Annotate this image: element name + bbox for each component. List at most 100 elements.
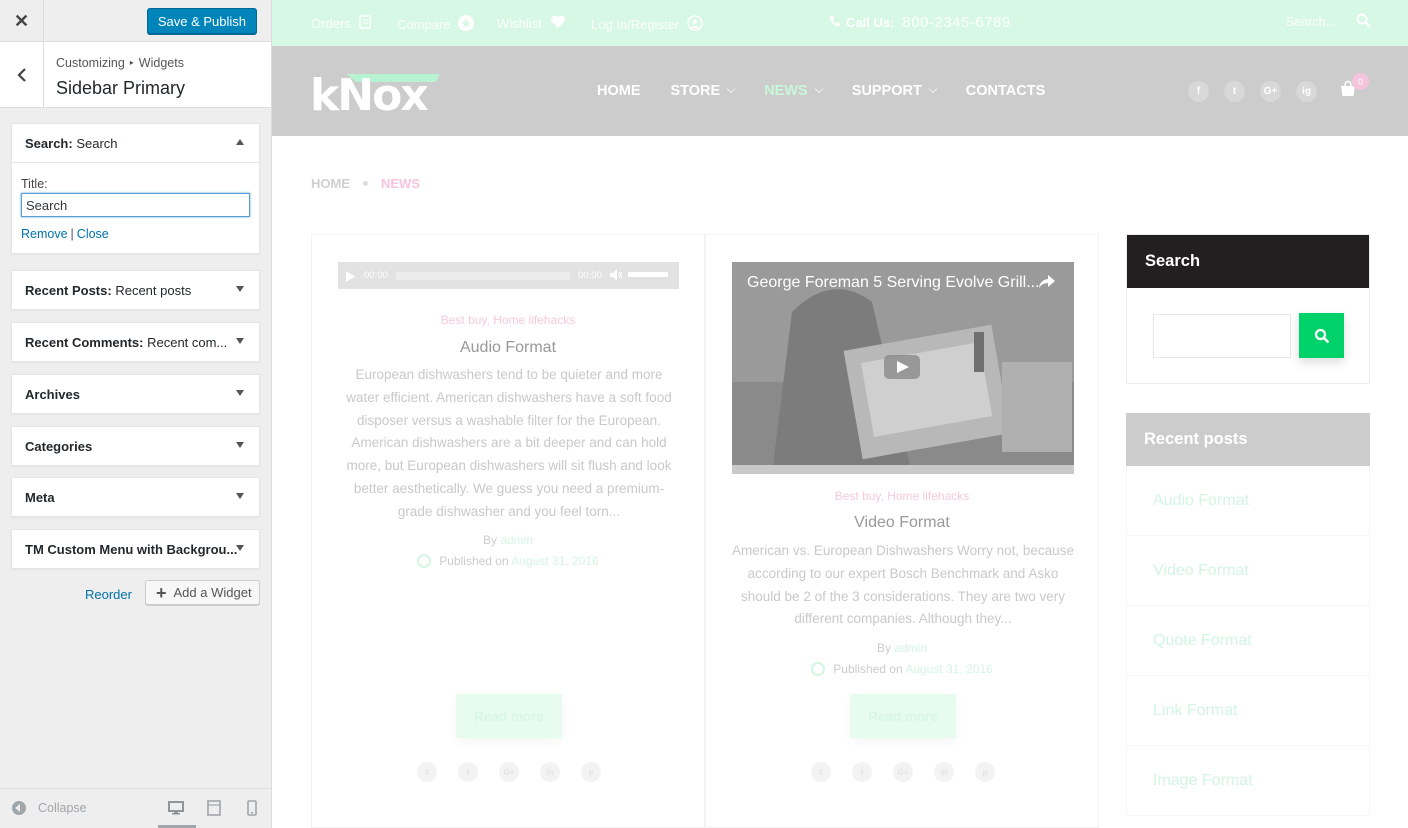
post-title[interactable]: Audio Format [312, 339, 704, 357]
widget-categories[interactable]: Categories [11, 426, 260, 466]
widget-actions: Remove | Close [21, 227, 250, 241]
widget-type: Recent Comments: [25, 334, 144, 350]
search-icon[interactable] [1356, 13, 1371, 31]
audio-progress-track[interactable] [396, 272, 570, 280]
post-author[interactable]: admin [500, 533, 533, 547]
twitter-share-icon[interactable]: t [458, 762, 478, 782]
recent-post-link[interactable]: Quote Format [1126, 606, 1370, 676]
post-title[interactable]: Video Format [706, 514, 1098, 532]
published-label: Published on [439, 554, 509, 568]
facebook-share-icon[interactable]: f [417, 762, 437, 782]
twitter-icon[interactable]: t [1224, 81, 1245, 102]
expand-arrow-icon[interactable] [236, 286, 244, 292]
recent-post-link[interactable]: Link Format [1126, 676, 1370, 746]
pinterest-share-icon[interactable]: p [581, 762, 601, 782]
close-link[interactable]: Close [77, 227, 109, 241]
pinterest-share-icon[interactable]: p [975, 762, 995, 782]
expand-arrow-icon[interactable] [236, 442, 244, 448]
widget-title-input[interactable] [21, 193, 250, 217]
post-categories[interactable]: Best buy, Home lifehacks [706, 489, 1098, 503]
orders-link[interactable]: Orders [311, 16, 351, 31]
save-publish-button[interactable]: Save & Publish [146, 8, 257, 34]
nav-home[interactable]: HOME [597, 83, 641, 99]
widget-type: Categories [25, 438, 93, 454]
add-widget-button[interactable]: + Add a Widget [145, 580, 260, 605]
video-progress-bar[interactable] [732, 465, 1074, 474]
reorder-link[interactable]: Reorder [85, 587, 132, 602]
topbar-search-input[interactable]: Search... [1286, 15, 1336, 29]
video-embed[interactable]: George Foreman 5 Serving Evolve Grill... [732, 262, 1074, 474]
linkedin-share-icon[interactable]: in [540, 762, 560, 782]
widget-tm-custom-menu[interactable]: TM Custom Menu with Backgrou... [11, 529, 260, 569]
clock-icon [417, 554, 432, 568]
breadcrumb-separator-icon: ▸ [129, 58, 134, 67]
facebook-share-icon[interactable]: f [811, 762, 831, 782]
linkedin-share-icon[interactable]: in [934, 762, 954, 782]
volume-slider[interactable] [628, 272, 668, 277]
post-card-video: George Foreman 5 Serving Evolve Grill...… [705, 234, 1099, 828]
instagram-icon[interactable]: ig [1296, 81, 1317, 102]
expand-arrow-icon[interactable] [236, 338, 244, 344]
breadcrumb-home[interactable]: HOME [311, 176, 350, 191]
nav-support[interactable]: SUPPORT [852, 83, 938, 99]
phone-number[interactable]: 800-2345-6789 [902, 14, 1010, 31]
post-date[interactable]: August 31, 2016 [905, 662, 992, 676]
close-icon[interactable]: ✕ [0, 0, 44, 42]
post-date[interactable]: August 31, 2016 [511, 554, 598, 568]
nav-store[interactable]: STORE [671, 83, 736, 99]
heart-icon [550, 15, 566, 32]
topbar-login[interactable]: Log In/Register [591, 15, 703, 34]
desktop-preview-icon[interactable] [167, 799, 185, 817]
widget-recent-posts[interactable]: Recent Posts: Recent posts [11, 270, 260, 310]
read-more-button[interactable]: Read more [456, 694, 562, 738]
expand-arrow-icon[interactable] [236, 545, 244, 551]
widget-meta[interactable]: Meta [11, 477, 260, 517]
post-author[interactable]: admin [894, 641, 927, 655]
collapse-label: Collapse [38, 801, 87, 815]
recent-post-link[interactable]: Image Format [1126, 746, 1370, 816]
facebook-icon[interactable]: f [1188, 81, 1209, 102]
recent-post-link[interactable]: Video Format [1126, 536, 1370, 606]
breadcrumb-widgets: Widgets [138, 56, 184, 70]
wishlist-link[interactable]: Wishlist [497, 16, 542, 31]
nav-label: HOME [597, 83, 641, 99]
share-icon[interactable] [1038, 274, 1056, 293]
widget-recent-comments[interactable]: Recent Comments: Recent com... [11, 322, 260, 362]
collapse-button[interactable]: Collapse [12, 801, 87, 815]
site-logo[interactable]: kNox [310, 70, 442, 121]
topbar-orders[interactable]: Orders [311, 15, 371, 32]
login-register-link[interactable]: Log In/Register [591, 17, 679, 32]
expand-arrow-icon[interactable] [236, 390, 244, 396]
widget-title: Recent com... [147, 334, 228, 350]
play-icon[interactable] [346, 270, 355, 285]
sidebar-search-input[interactable] [1153, 314, 1291, 358]
twitter-share-icon[interactable]: t [852, 762, 872, 782]
collapse-arrow-icon[interactable] [236, 139, 244, 145]
read-more-button[interactable]: Read more [850, 694, 956, 738]
compare-link[interactable]: Compare [397, 17, 450, 32]
sidebar-search-button[interactable] [1299, 313, 1344, 358]
widget-search-header[interactable]: Search: Search [12, 124, 259, 162]
expand-arrow-icon[interactable] [236, 493, 244, 499]
widget-archives[interactable]: Archives [11, 374, 260, 414]
volume-icon[interactable] [610, 269, 623, 284]
remove-link[interactable]: Remove [21, 227, 68, 241]
tablet-preview-icon[interactable] [205, 799, 223, 817]
back-arrow-icon[interactable] [0, 42, 44, 108]
topbar-wishlist[interactable]: Wishlist [497, 15, 566, 32]
topbar-compare[interactable]: Compare [397, 15, 475, 34]
google-plus-icon[interactable]: G+ [1260, 81, 1281, 102]
google-plus-share-icon[interactable]: G+ [499, 762, 519, 782]
chevron-down-icon [814, 84, 823, 94]
google-plus-share-icon[interactable]: G+ [893, 762, 913, 782]
sidebar-recent-posts: Recent posts Audio Format Video Format Q… [1126, 413, 1370, 816]
post-card-audio: 00:00 00:00 Best buy, Home lifehacks Aud… [311, 234, 705, 828]
audio-player[interactable]: 00:00 00:00 [338, 262, 679, 289]
post-share: f t G+ in p [417, 762, 622, 782]
post-categories[interactable]: Best buy, Home lifehacks [312, 313, 704, 327]
mobile-preview-icon[interactable] [243, 799, 261, 817]
nav-news[interactable]: NEWS [764, 83, 823, 99]
recent-post-link[interactable]: Audio Format [1126, 466, 1370, 536]
nav-contacts[interactable]: CONTACTS [966, 83, 1045, 99]
video-title[interactable]: George Foreman 5 Serving Evolve Grill... [747, 274, 1040, 292]
